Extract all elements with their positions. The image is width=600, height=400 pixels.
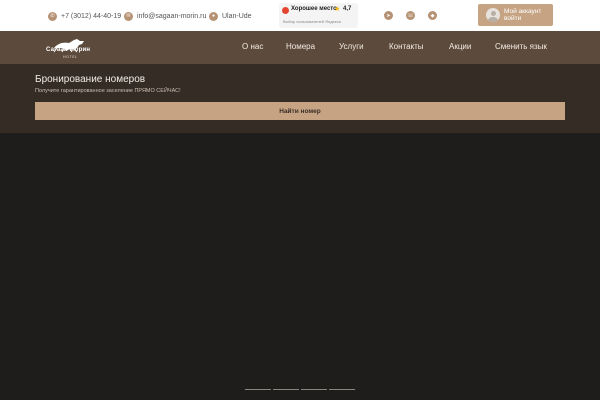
nav-rooms[interactable]: Номера <box>286 42 315 51</box>
whatsapp-icon[interactable]: ☏ <box>406 11 415 20</box>
location-pin-icon: ● <box>209 11 218 21</box>
city-link[interactable]: ● Ulan-Ude <box>209 10 252 22</box>
phone-link[interactable]: ✆ +7 (3012) 44-40-19 <box>48 10 121 22</box>
hero-slider <box>0 133 600 400</box>
top-bar: ✆ +7 (3012) 44-40-19 ✉ info@sagaan-morin… <box>0 0 600 31</box>
yandex-rating: 4,7 <box>343 6 352 12</box>
nav-change-language[interactable]: Сменить язык <box>495 42 547 51</box>
vk-icon[interactable]: ◆ <box>428 11 437 20</box>
email-link[interactable]: ✉ info@sagaan-morin.ru <box>124 10 206 22</box>
nav-services[interactable]: Услуги <box>339 42 364 51</box>
email-address: info@sagaan-morin.ru <box>137 12 207 20</box>
main-header: Сагаан Морин HOTEL О нас Номера Услуги К… <box>0 31 600 64</box>
phone-icon: ✆ <box>48 11 57 21</box>
phone-number: +7 (3012) 44-40-19 <box>61 12 122 20</box>
yandex-good-place-badge[interactable]: Хорошее место ★ 4,7 Выбор пользователей … <box>279 3 358 28</box>
logo-subtitle: HOTEL <box>63 55 78 59</box>
mail-icon: ✉ <box>124 11 133 21</box>
booking-panel: Бронирование номеров Получите гарантиров… <box>0 64 600 133</box>
nav-about[interactable]: О нас <box>242 42 263 51</box>
booking-subtitle: Получите гарантированное заселение ПРЯМО… <box>35 88 181 94</box>
nav-promotions[interactable]: Акции <box>449 42 471 51</box>
login-label: войти <box>504 15 522 22</box>
avatar-icon <box>486 8 500 22</box>
booking-title: Бронирование номеров <box>35 74 146 85</box>
yandex-badge-subtitle: Выбор пользователей Яндекса <box>283 19 341 24</box>
account-label: Мой аккаунт <box>504 8 542 15</box>
yandex-badge-title: Хорошее место <box>291 6 337 12</box>
nav-contacts[interactable]: Контакты <box>389 42 424 51</box>
telegram-icon[interactable]: ➤ <box>384 11 393 20</box>
slider-dot[interactable] <box>329 389 355 390</box>
account-login-button[interactable]: Мой аккаунт войти <box>478 4 553 26</box>
star-icon: ★ <box>334 6 341 13</box>
logo-text: Сагаан Морин <box>46 47 91 53</box>
slider-dot[interactable] <box>245 389 271 390</box>
slider-dot[interactable] <box>301 389 327 390</box>
slider-dot[interactable] <box>273 389 299 390</box>
find-room-button[interactable]: Найти номер <box>35 102 565 120</box>
yandex-badge-icon <box>282 7 289 14</box>
city-name: Ulan-Ude <box>222 12 252 20</box>
